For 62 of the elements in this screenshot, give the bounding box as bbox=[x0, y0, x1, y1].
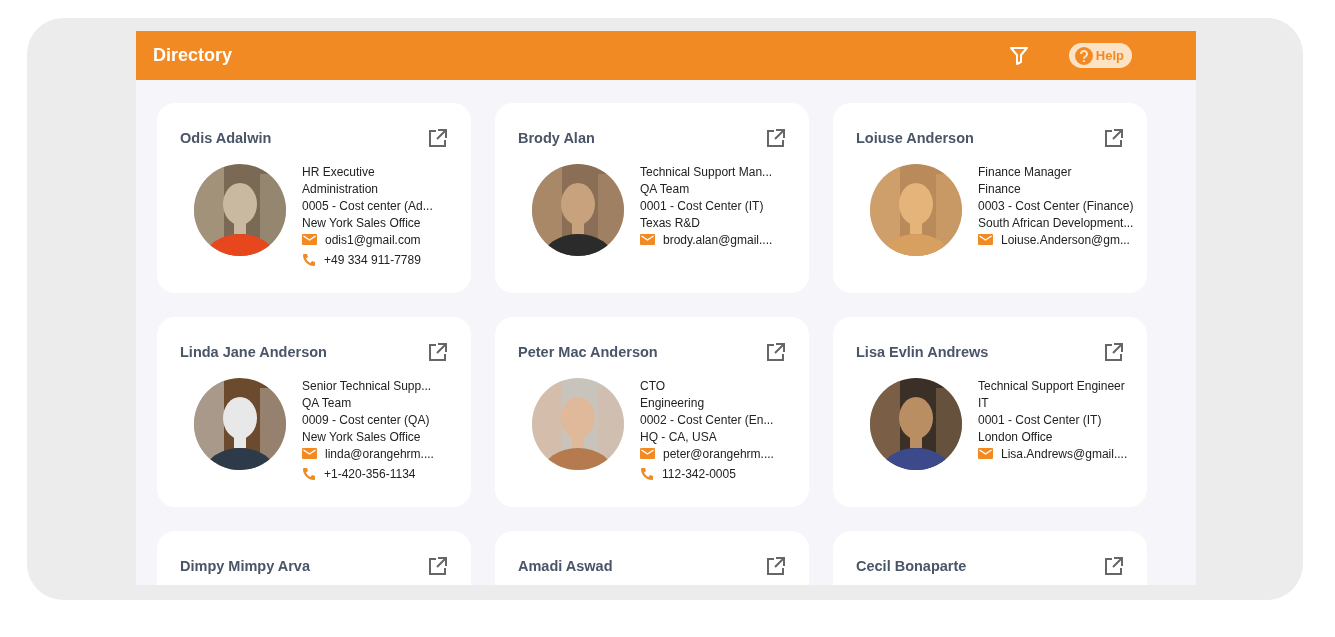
open-external-icon[interactable] bbox=[1104, 343, 1123, 363]
email-icon bbox=[978, 447, 993, 459]
open-external-icon[interactable] bbox=[1104, 129, 1123, 149]
employee-detail: IT bbox=[978, 394, 990, 412]
employee-detail: QA Team bbox=[640, 180, 691, 198]
employee-detail: 0001 - Cost Center (IT) bbox=[640, 197, 765, 215]
page-title: Directory bbox=[153, 44, 233, 67]
email-icon bbox=[302, 447, 317, 459]
employee-name: Amadi Aswad bbox=[518, 557, 613, 576]
employee-name: Dimpy Mimpy Arva bbox=[180, 557, 310, 576]
employee-name: Cecil Bonaparte bbox=[856, 557, 967, 576]
employee-detail: Finance bbox=[978, 180, 1022, 198]
phone-number: +49 334 911-7789 bbox=[324, 252, 421, 267]
employee-name: Peter Mac Anderson bbox=[518, 343, 658, 362]
employee-detail: CTO bbox=[640, 377, 667, 395]
employee-detail: New York Sales Office bbox=[302, 214, 422, 232]
open-external-icon[interactable] bbox=[766, 129, 785, 149]
employee-detail: 0002 - Cost Center (En... bbox=[640, 411, 774, 429]
phone-number: +1-420-356-1134 bbox=[324, 466, 416, 481]
employee-detail: South African Development... bbox=[978, 214, 1134, 232]
phone-icon bbox=[302, 466, 316, 481]
employee-name: Loiuse Anderson bbox=[856, 129, 974, 148]
phone-icon bbox=[640, 466, 654, 481]
employee-detail: HQ - CA, USA bbox=[640, 428, 718, 446]
phone-icon bbox=[302, 252, 316, 267]
email-icon bbox=[640, 233, 655, 245]
employee-detail: Technical Support Engineer bbox=[978, 377, 1126, 395]
open-external-icon[interactable] bbox=[428, 343, 447, 363]
open-external-icon[interactable] bbox=[766, 557, 785, 577]
employee-detail: Engineering bbox=[640, 394, 706, 412]
email-icon bbox=[302, 233, 317, 245]
email-link[interactable]: peter@orangehrm.... bbox=[663, 446, 774, 461]
employee-detail: London Office bbox=[978, 428, 1054, 446]
employee-detail: Senior Technical Supp... bbox=[302, 377, 433, 395]
employee-detail: 0005 - Cost center (Ad... bbox=[302, 197, 433, 215]
employee-detail: Technical Support Man... bbox=[640, 163, 773, 181]
employee-detail: Finance Manager bbox=[978, 163, 1073, 181]
email-link[interactable]: linda@orangehrm.... bbox=[325, 446, 434, 461]
email-link[interactable]: Loiuse.Anderson@gm... bbox=[1001, 232, 1130, 247]
email-link[interactable]: Lisa.Andrews@gmail.... bbox=[1001, 446, 1128, 461]
help-icon bbox=[1074, 46, 1093, 65]
employee-name: Odis Adalwin bbox=[180, 129, 272, 148]
employee-detail: HR Executive bbox=[302, 163, 376, 181]
open-external-icon[interactable] bbox=[1104, 557, 1123, 577]
employee-detail: Texas R&D bbox=[640, 214, 702, 232]
employee-name: Lisa Evlin Andrews bbox=[856, 343, 989, 362]
employee-detail: 0009 - Cost center (QA) bbox=[302, 411, 431, 429]
email-link[interactable]: brody.alan@gmail.... bbox=[663, 232, 773, 247]
email-link[interactable]: odis1@gmail.com bbox=[325, 232, 421, 247]
employee-detail: QA Team bbox=[302, 394, 353, 412]
email-icon bbox=[640, 447, 655, 459]
employee-name: Linda Jane Anderson bbox=[180, 343, 327, 362]
open-external-icon[interactable] bbox=[428, 129, 447, 149]
employee-detail: 0001 - Cost Center (IT) bbox=[978, 411, 1103, 429]
open-external-icon[interactable] bbox=[428, 557, 447, 577]
employee-detail: Administration bbox=[302, 180, 380, 198]
phone-number: 112-342-0005 bbox=[662, 466, 736, 481]
employee-name: Brody Alan bbox=[518, 129, 595, 148]
employee-detail: New York Sales Office bbox=[302, 428, 422, 446]
email-icon bbox=[978, 233, 993, 245]
open-external-icon[interactable] bbox=[766, 343, 785, 363]
employee-detail: 0003 - Cost Center (Finance) bbox=[978, 197, 1134, 215]
